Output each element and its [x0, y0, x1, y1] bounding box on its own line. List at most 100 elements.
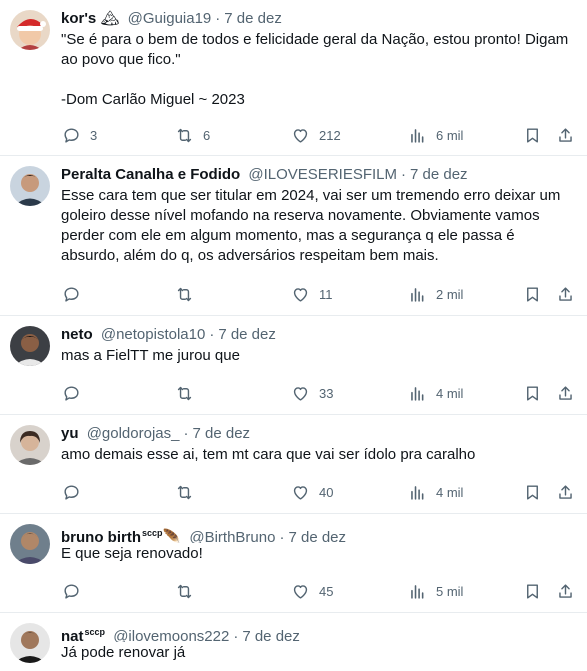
tweet[interactable]: bruno birthsccp🪶 @BirthBruno · 7 de dez E …: [0, 514, 587, 613]
timestamp[interactable]: 7 de dez: [218, 326, 276, 343]
display-name[interactable]: Peralta Canalha e Fodido: [61, 166, 240, 183]
bookmark-button[interactable]: [523, 124, 542, 146]
analytics-icon: [411, 485, 424, 500]
like-button[interactable]: 45: [291, 580, 333, 602]
bookmark-button[interactable]: [523, 283, 542, 305]
action-bar: 3 6 212 6 mil: [61, 124, 579, 146]
reply-button[interactable]: [62, 580, 90, 602]
avatar[interactable]: [10, 524, 50, 564]
tweet[interactable]: neto @netopistola10 · 7 de dez mas a FielT…: [0, 316, 587, 415]
share-button[interactable]: [556, 481, 575, 503]
display-name[interactable]: neto: [61, 326, 93, 343]
timestamp[interactable]: 7 de dez: [192, 425, 250, 442]
username[interactable]: @Guiguia19: [128, 10, 212, 27]
username[interactable]: @ilovemoons222: [113, 628, 229, 642]
tweet-header: yu @goldorojas_ · 7 de dez: [61, 424, 577, 444]
retweet-button[interactable]: [175, 580, 203, 602]
display-name[interactable]: nat: [61, 628, 84, 642]
like-count: 40: [319, 484, 334, 500]
retweet-button[interactable]: 6: [175, 124, 210, 146]
views-button[interactable]: 2 mil: [408, 283, 463, 305]
reply-button[interactable]: 3: [62, 124, 97, 146]
like-button[interactable]: 212: [291, 124, 341, 146]
heart-icon: [293, 584, 308, 599]
tweet[interactable]: natsccp @ilovemoons222 · 7 de dez Já pode …: [0, 613, 587, 671]
tweet[interactable]: kor's 🏔 @Guiguia19 · 7 de dez "Se é para o…: [0, 0, 587, 156]
tweet[interactable]: yu @goldorojas_ · 7 de dez amo demais esse…: [0, 415, 587, 514]
bookmark-button[interactable]: [523, 481, 542, 503]
avatar[interactable]: [10, 166, 50, 206]
retweet-button[interactable]: [175, 283, 203, 305]
retweet-button[interactable]: [175, 481, 203, 503]
tweet-header: natsccp @ilovemoons222 · 7 de dez: [61, 622, 577, 642]
username[interactable]: @goldorojas_: [87, 425, 180, 442]
timestamp[interactable]: 7 de dez: [410, 166, 468, 183]
like-button[interactable]: 40: [291, 481, 333, 503]
bookmark-button[interactable]: [523, 580, 542, 602]
bookmark-button[interactable]: [523, 382, 542, 404]
username[interactable]: @BirthBruno: [189, 529, 275, 543]
bookmark-icon: [527, 127, 538, 143]
reply-button[interactable]: [62, 382, 90, 404]
reply-icon: [64, 583, 79, 599]
share-icon: [559, 385, 572, 400]
person-avatar-icon: [10, 166, 50, 206]
reply-count: 3: [90, 127, 98, 143]
reply-icon: [64, 127, 79, 143]
share-button[interactable]: [556, 283, 575, 305]
avatar[interactable]: [10, 623, 50, 663]
share-button[interactable]: [556, 124, 575, 146]
retweet-button[interactable]: [175, 382, 203, 404]
bookmark-icon: [527, 385, 538, 401]
view-count: 4 mil: [436, 484, 464, 500]
views-button[interactable]: 5 mil: [408, 580, 463, 602]
tweet-text: Esse cara tem que ser titular em 2024, v…: [61, 187, 565, 264]
timestamp[interactable]: 7 de dez: [288, 529, 346, 543]
share-icon: [559, 484, 572, 499]
person-avatar-icon: [10, 623, 50, 663]
bookmark-icon: [527, 484, 538, 500]
heart-icon: [293, 386, 308, 401]
share-button[interactable]: [556, 382, 575, 404]
views-button[interactable]: 6 mil: [408, 124, 463, 146]
santa-hat-avatar-icon: [10, 10, 50, 50]
like-count: 45: [319, 583, 334, 599]
reply-icon: [64, 385, 79, 401]
tweet-text: amo demais esse ai, tem mt cara que vai …: [61, 446, 476, 463]
view-count: 5 mil: [436, 583, 464, 599]
retweet-icon: [177, 128, 192, 142]
mountain-emoji-icon: 🏔: [100, 10, 120, 27]
avatar[interactable]: [10, 326, 50, 366]
analytics-icon: [411, 584, 424, 599]
share-button[interactable]: [556, 580, 575, 602]
display-name[interactable]: kor's: [61, 10, 96, 27]
like-button[interactable]: 33: [291, 382, 333, 404]
avatar[interactable]: [10, 10, 50, 50]
tweet[interactable]: Peralta Canalha e Fodido @ILOVESERIESFIL…: [0, 156, 587, 316]
bookmark-icon: [527, 286, 538, 302]
reply-button[interactable]: [62, 481, 90, 503]
name-badge: sccp: [141, 528, 163, 538]
username[interactable]: @ILOVESERIESFILM: [248, 166, 397, 183]
tweet-text: E que seja renovado!: [61, 545, 203, 562]
username[interactable]: @netopistola10: [101, 326, 205, 343]
person-avatar-icon: [10, 524, 50, 564]
views-button[interactable]: 4 mil: [408, 382, 463, 404]
timestamp[interactable]: 7 de dez: [242, 628, 300, 642]
avatar[interactable]: [10, 425, 50, 465]
separator-dot: ·: [233, 628, 239, 642]
reply-icon: [64, 484, 79, 500]
tweet-text: mas a FielTT me jurou que: [61, 347, 240, 364]
share-icon: [559, 286, 572, 301]
share-icon: [559, 583, 572, 598]
timestamp[interactable]: 7 de dez: [224, 10, 282, 27]
reply-button[interactable]: [62, 283, 90, 305]
tweet-text: "Se é para o bem de todos e felicidade g…: [61, 31, 569, 108]
heart-icon: [293, 128, 308, 143]
separator-dot: ·: [209, 326, 215, 343]
like-button[interactable]: 11: [291, 283, 333, 305]
display-name[interactable]: yu: [61, 425, 79, 442]
tweet-header: Peralta Canalha e Fodido @ILOVESERIESFIL…: [61, 165, 577, 185]
views-button[interactable]: 4 mil: [408, 481, 463, 503]
display-name[interactable]: bruno birth: [61, 529, 141, 543]
